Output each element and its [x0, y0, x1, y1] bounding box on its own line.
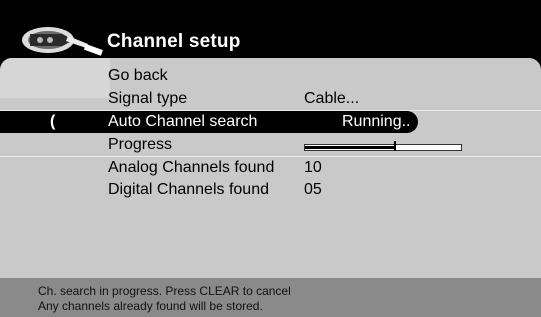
menu-item-analog-found: Analog Channels found 10 [0, 157, 541, 180]
signal-type-label: Signal type [108, 90, 188, 107]
menu-item-go-back[interactable]: Go back [0, 65, 541, 88]
auto-channel-search-label: Auto Channel search [108, 113, 258, 130]
menu-item-auto-channel-search[interactable]: ( Auto Channel search Running.. [0, 111, 418, 133]
auto-channel-search-status: Running.. [342, 113, 411, 130]
digital-found-label: Digital Channels found [108, 181, 269, 198]
page-title: Channel setup [107, 31, 241, 52]
help-footer: Ch. search in progress. Press CLEAR to c… [0, 278, 541, 317]
progress-bar-fill [305, 146, 395, 149]
signal-type-value: Cable... [304, 90, 360, 107]
progress-bar-marker [394, 141, 396, 151]
tv-menu-screen: Channel setup Go back Signal type Cable.… [0, 0, 541, 317]
digital-found-value: 05 [304, 181, 322, 198]
selection-cursor-icon: ( [50, 113, 56, 130]
menu-item-signal-type[interactable]: Signal type Cable... [0, 88, 541, 111]
menu-item-digital-found: Digital Channels found 05 [0, 179, 541, 202]
progress-bar [304, 141, 462, 151]
menu-panel: Go back Signal type Cable... ( Auto Chan… [0, 58, 541, 278]
progress-label: Progress [108, 136, 173, 153]
help-text-line-1: Ch. search in progress. Press CLEAR to c… [38, 284, 291, 298]
remote-control-icon [22, 27, 103, 56]
help-text-line-2: Any channels already found will be store… [38, 299, 263, 313]
analog-found-label: Analog Channels found [108, 159, 275, 176]
go-back-label: Go back [108, 67, 168, 84]
menu-header: Channel setup [0, 0, 541, 60]
analog-found-value: 10 [304, 159, 322, 176]
